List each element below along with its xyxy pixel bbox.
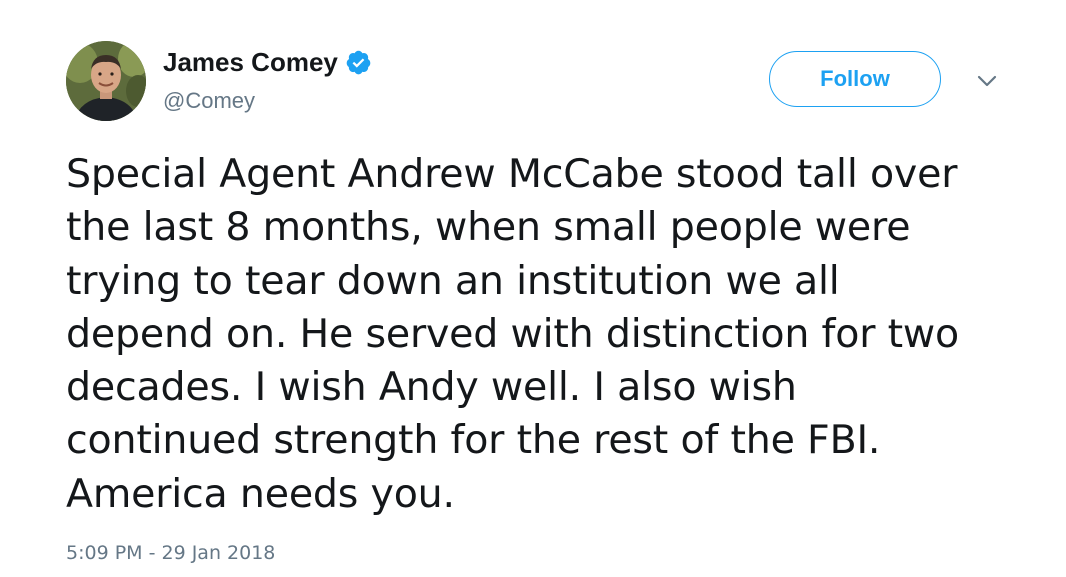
verified-badge-icon bbox=[345, 49, 372, 76]
tweet-text-line: America needs you. bbox=[66, 470, 455, 517]
tweet-text-line: Special Agent Andrew McCabe stood tall o… bbox=[66, 151, 958, 197]
tweet-text-line: decades. I wish Andy well. I also wish bbox=[66, 364, 797, 411]
user-handle[interactable]: @Comey bbox=[163, 86, 255, 116]
display-name[interactable]: James Comey bbox=[163, 44, 338, 80]
follow-button[interactable]: Follow bbox=[769, 51, 941, 107]
profile-photo bbox=[66, 41, 146, 121]
tweet-text-line: continued strength for the rest of the F… bbox=[66, 417, 881, 464]
name-row: James Comey bbox=[163, 44, 372, 80]
avatar[interactable] bbox=[66, 41, 146, 121]
tweet-card: James Comey @Comey Follow Special Agent … bbox=[0, 0, 1066, 577]
tweet-text-line: trying to tear down an institution we al… bbox=[66, 257, 840, 304]
tweet-text: Special Agent Andrew McCabe stood tall o… bbox=[66, 148, 1026, 521]
chevron-down-icon[interactable] bbox=[975, 72, 999, 90]
tweet-text-line: depend on. He served with distinction fo… bbox=[66, 310, 959, 357]
tweet-timestamp[interactable]: 5:09 PM - 29 Jan 2018 bbox=[66, 539, 275, 567]
tweet-text-line: the last 8 months, when small people wer… bbox=[66, 204, 911, 251]
